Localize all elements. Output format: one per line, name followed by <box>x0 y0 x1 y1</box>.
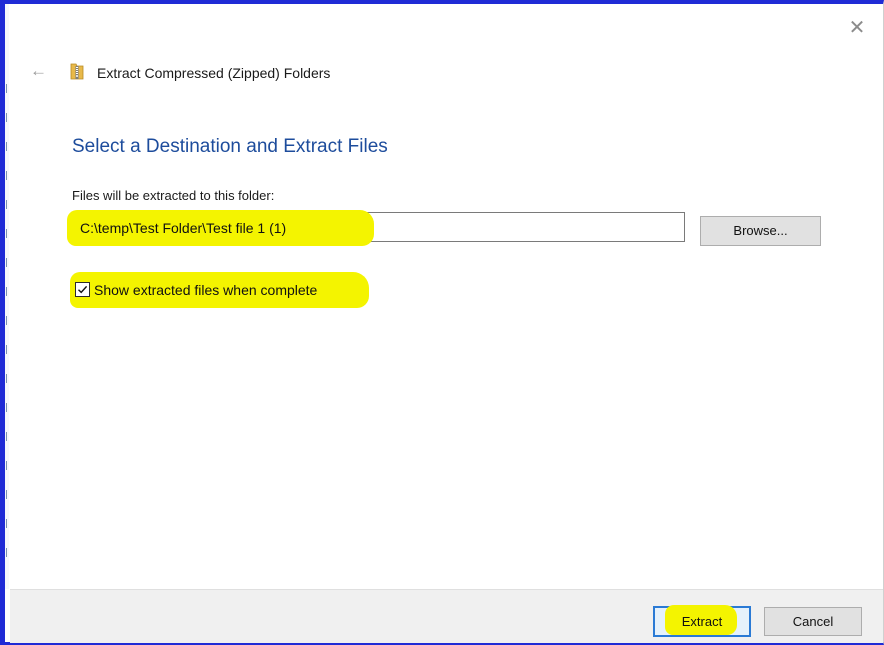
zip-folder-icon <box>70 63 84 80</box>
dialog-footer: Extract Cancel <box>10 589 883 643</box>
extract-dialog: ✕ ← Extract Compressed (Zipped) Folders … <box>10 4 883 643</box>
extract-button-label: Extract <box>681 614 723 629</box>
background-window-edge <box>5 4 9 589</box>
page-heading: Select a Destination and Extract Files <box>72 136 388 157</box>
destination-path-value: C:\temp\Test Folder\Test file 1 (1) <box>80 220 287 236</box>
destination-label: Files will be extracted to this folder: <box>72 188 275 203</box>
show-files-checkbox[interactable] <box>75 282 90 297</box>
cancel-button[interactable]: Cancel <box>764 607 862 636</box>
show-files-option[interactable]: Show extracted files when complete <box>70 272 369 308</box>
extract-button[interactable]: Extract <box>653 605 751 637</box>
browse-button[interactable]: Browse... <box>700 216 821 246</box>
back-arrow-icon[interactable]: ← <box>30 62 48 80</box>
show-files-label: Show extracted files when complete <box>94 282 318 298</box>
close-icon[interactable]: ✕ <box>847 18 867 38</box>
window-title: Extract Compressed (Zipped) Folders <box>97 65 331 81</box>
checkmark-icon <box>78 285 88 294</box>
destination-path-input[interactable]: C:\temp\Test Folder\Test file 1 (1) <box>67 210 685 246</box>
